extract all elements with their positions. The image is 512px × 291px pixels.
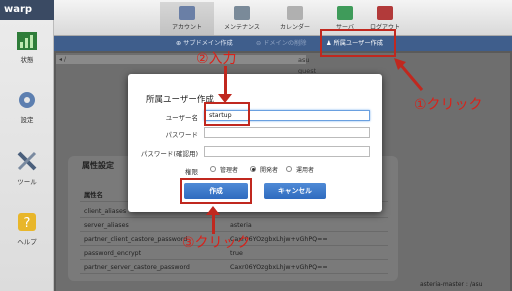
footer-path: asteria-master : /asu [420, 281, 483, 288]
role-operator-radio[interactable] [286, 166, 292, 172]
sidebar-item-label: 設定 [20, 116, 34, 124]
calendar-icon [287, 6, 303, 20]
tab-account[interactable]: アカウント [160, 2, 214, 35]
role-developer-radio[interactable] [250, 166, 256, 172]
sidebar-item-status[interactable]: 状態 [0, 32, 54, 64]
tree-path: ◂ / [56, 55, 306, 64]
role-admin-label: 管理者 [220, 167, 239, 174]
sidebar-item-settings[interactable]: 設定 [0, 90, 54, 124]
highlight-username [204, 102, 250, 126]
chart-icon [0, 32, 54, 52]
action-label: ドメインの削除 [263, 40, 307, 47]
row-key: password_encrypt [84, 250, 142, 257]
row-key: server_aliases [84, 222, 129, 229]
table-row[interactable]: partner_server_castore_password Caxr06YO… [80, 262, 388, 274]
app-logo: warp [0, 0, 54, 20]
highlight-create-member [320, 29, 396, 57]
password-confirm-field[interactable] [204, 146, 370, 157]
sidebar-item-label: ツール [17, 178, 37, 186]
list-item[interactable]: asu [298, 56, 310, 64]
row-key: partner_server_castore_password [84, 264, 190, 271]
password-label: パスワード [165, 131, 199, 139]
cancel-button[interactable]: キャンセル [264, 183, 326, 199]
plus-icon: ⊕ [176, 40, 182, 47]
properties-title: 属性設定 [82, 161, 114, 170]
tab-maintenance[interactable]: メンテナンス [215, 2, 269, 35]
logout-icon [377, 6, 393, 20]
highlight-create-button [180, 178, 252, 204]
password-confirm-label: パスワード(確認用) [140, 150, 198, 158]
arrow-step1-icon [394, 58, 424, 91]
role-developer-label: 開発者 [260, 167, 279, 174]
role-operator-label: 運用者 [296, 167, 315, 174]
header-key: 属性名 [84, 192, 103, 199]
row-key: client_aliases [84, 208, 127, 215]
arrow-up-step3 [212, 214, 215, 234]
folder-icon: ◂ [59, 56, 63, 63]
gear-icon [0, 90, 54, 112]
sidebar-item-tools[interactable]: ツール [0, 150, 54, 186]
row-key: partner_client_castore_password [84, 236, 188, 243]
password-field[interactable] [204, 127, 370, 138]
tab-label: アカウント [171, 24, 202, 31]
tools-icon [0, 150, 54, 174]
row-value: Caxr06YOzgbxLhjw+vGhPQ== [230, 264, 328, 271]
account-icon [179, 6, 195, 20]
minus-icon: ⊖ [256, 40, 262, 47]
wrench-icon [234, 6, 250, 20]
role-admin-radio[interactable] [210, 166, 216, 172]
sidebar-item-help[interactable]: ? ヘルプ [0, 212, 54, 246]
arrowhead-up-icon [206, 206, 220, 215]
annotation-step2: ②入力 [196, 51, 237, 67]
arrowhead-down-icon [218, 94, 232, 103]
role-label: 権限 [185, 168, 198, 176]
path-label: / [63, 56, 66, 63]
tab-label: メンテナンス [224, 24, 260, 31]
tab-label: カレンダー [279, 24, 310, 31]
username-label: ユーザー名 [165, 114, 198, 122]
delete-domain-button[interactable]: ⊖ ドメインの削除 [256, 36, 306, 51]
svg-text:?: ? [24, 216, 31, 231]
annotation-step3: ③クリック [182, 235, 251, 251]
tab-calendar[interactable]: カレンダー [268, 2, 322, 35]
table-row[interactable]: server_aliases asteria [80, 220, 388, 232]
sidebar-item-label: 状態 [20, 56, 34, 64]
row-value: asteria [230, 222, 252, 229]
server-icon [337, 6, 353, 20]
help-icon: ? [0, 212, 54, 234]
action-label: サブドメイン作成 [183, 40, 233, 47]
annotation-step1: ①クリック [414, 97, 483, 113]
sidebar-item-label: ヘルプ [17, 238, 37, 246]
